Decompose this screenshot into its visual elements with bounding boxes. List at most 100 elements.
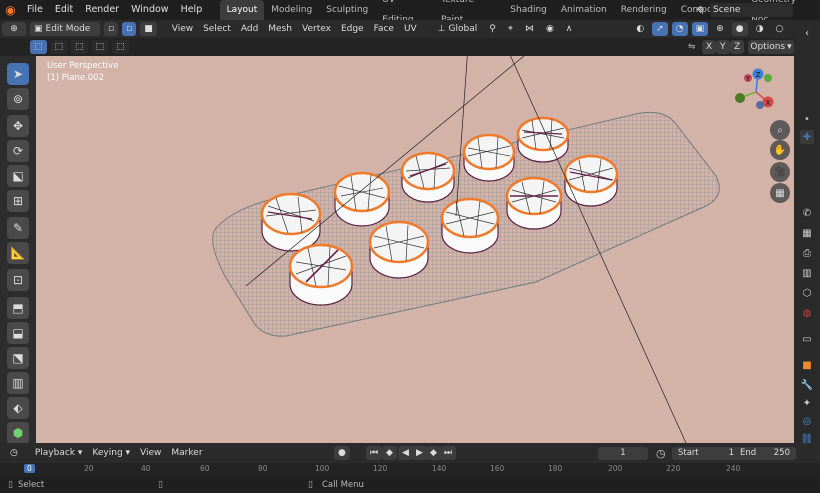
gizmo-toggle-icon[interactable]: ➚ [652,22,668,36]
header-menu-mesh[interactable]: Mesh [263,20,297,38]
face-select-button[interactable]: ■ [140,22,157,36]
cursor-tool-icon[interactable]: ⊚ [7,88,29,110]
solid-shading-icon[interactable]: ● [731,22,748,36]
jump-end-icon[interactable]: ⏭ [440,446,457,460]
pill-8[interactable] [440,197,500,254]
wireframe-shading-icon[interactable]: ⊕ [712,22,728,36]
timeline-menu-view[interactable]: View [135,444,166,462]
editor-type-button[interactable]: ⊕ [2,22,26,36]
pill-6[interactable] [288,243,354,306]
tab-sculpting[interactable]: Sculpting [319,0,375,20]
header-menu-view[interactable]: View [167,20,198,38]
header-menu-add[interactable]: Add [236,20,263,38]
timeline-menu-marker[interactable]: Marker [166,444,207,462]
overlay-toggle-icon[interactable]: ◔ [671,22,688,36]
view-layer-icon[interactable]: ▥ [800,266,814,280]
select-extend-icon[interactable]: ⬚ [50,40,68,54]
tab-shading[interactable]: Shading [503,0,554,20]
transform-tool-icon[interactable]: ⊞ [7,190,29,212]
clock-icon[interactable]: ◷ [656,447,666,460]
snap-target-icon[interactable]: ⋈ [520,22,538,36]
menu-window[interactable]: Window [125,0,174,20]
render-properties-icon[interactable]: ▦ [800,226,814,240]
select-intersect-icon[interactable]: ⬚ [112,40,129,54]
tab-animation[interactable]: Animation [554,0,614,20]
header-menu-select[interactable]: Select [198,20,236,38]
loop-cut-tool-icon[interactable]: ▥ [7,372,29,394]
tab-layout[interactable]: Layout [219,0,265,20]
item-tab-icon[interactable]: • [800,112,814,126]
play-icon[interactable]: ▶ [412,446,427,460]
rendered-shading-icon[interactable]: ○ [771,22,788,36]
pan-view-icon[interactable]: ✋ [770,140,790,160]
timeline-editor-type-icon[interactable]: ◷ [6,446,22,460]
menu-render[interactable]: Render [79,0,125,20]
world-properties-icon[interactable]: ◍ [800,306,814,320]
proportional-edit-icon[interactable]: ◉ [541,22,558,36]
snap-icon[interactable]: ⌖ [503,22,517,36]
pill-7[interactable] [368,220,430,279]
mirror-y-button[interactable]: Y [716,40,730,54]
collapse-icon[interactable]: ‹ [800,26,814,40]
pill-1[interactable] [260,192,322,252]
ortho-toggle-icon[interactable]: ▦ [770,183,790,203]
scene-icon[interactable]: ❖ [696,5,705,16]
camera-view-icon[interactable]: 🎥 [770,162,790,182]
mirror-z-button[interactable]: Z [730,40,745,54]
end-frame-field[interactable]: End 250 [734,446,796,460]
material-shading-icon[interactable]: ◑ [751,22,768,36]
record-icon[interactable]: ● [334,446,350,460]
timeline-ruler[interactable]: 0 20 40 60 80 100 120 140 160 180 200 22… [0,463,820,477]
pill-9[interactable] [505,176,563,230]
current-frame-field[interactable]: 1 [598,446,648,460]
move-tool-icon[interactable]: ✥ [7,115,29,137]
header-menu-edge[interactable]: Edge [336,20,369,38]
scene-selector[interactable]: Scene [710,3,793,17]
prev-keyframe-icon[interactable]: ◆ [382,446,397,460]
menu-edit[interactable]: Edit [49,0,79,20]
tab-rendering[interactable]: Rendering [614,0,674,20]
falloff-icon[interactable]: ∧ [561,22,577,36]
select-box-tool-icon[interactable]: ➤ [7,63,29,85]
tool-properties-icon[interactable]: ✆ [800,206,814,220]
navigation-gizmo[interactable]: Z Y X [732,68,780,116]
pill-4[interactable] [462,133,516,182]
output-properties-icon[interactable]: ⎙ [800,246,814,260]
view-object-types-icon[interactable]: ◐ [632,22,649,36]
blender-logo-icon[interactable]: ◉ [0,3,21,17]
pill-2[interactable] [333,171,391,227]
mirror-x-button[interactable]: X [702,40,717,54]
object-properties-icon[interactable]: ■ [800,358,814,372]
zoom-view-icon[interactable]: ⌕ [770,120,790,140]
tool-tab-icon[interactable]: ✚ [800,130,814,144]
next-keyframe-icon[interactable]: ◆ [426,446,441,460]
timeline-menu-keying[interactable]: Keying ▾ [87,444,135,462]
menu-help[interactable]: Help [175,0,209,20]
pill-5[interactable] [516,116,570,163]
header-menu-vertex[interactable]: Vertex [297,20,336,38]
select-subtract-icon[interactable]: ⬚ [71,40,88,54]
3d-viewport[interactable]: User Perspective (1) Plane.002 Z Y X ⌕ ✋… [36,56,794,443]
bevel-tool-icon[interactable]: ⬔ [7,347,29,369]
rotate-tool-icon[interactable]: ⟳ [7,140,29,162]
playhead[interactable]: 0 [24,464,35,473]
vertex-select-button[interactable]: ▫ [104,22,119,36]
header-menu-uv[interactable]: UV [399,20,422,38]
tab-modeling[interactable]: Modeling [264,0,319,20]
mode-selector[interactable]: ▣ Edit Mode [30,22,100,36]
pivot-icon[interactable]: ⚲ [485,22,500,36]
extrude-tool-icon[interactable]: ⬒ [7,297,29,319]
collection-icon[interactable]: ▭ [800,332,814,346]
scene-properties-icon[interactable]: ⬡ [800,286,814,300]
orientation-selector[interactable]: ⊥ Global [433,22,482,36]
inset-tool-icon[interactable]: ⬓ [7,322,29,344]
xray-toggle-icon[interactable]: ▣ [691,22,709,36]
menu-file[interactable]: File [21,0,49,20]
annotate-tool-icon[interactable]: ✎ [7,217,29,239]
physics-icon[interactable]: ◎ [800,414,814,428]
modifier-icon[interactable]: 🔧 [800,378,814,392]
add-cube-tool-icon[interactable]: ⊡ [7,269,29,291]
measure-tool-icon[interactable]: 📐 [7,242,29,264]
header-menu-face[interactable]: Face [369,20,399,38]
edge-select-button[interactable]: ▫ [122,22,137,36]
